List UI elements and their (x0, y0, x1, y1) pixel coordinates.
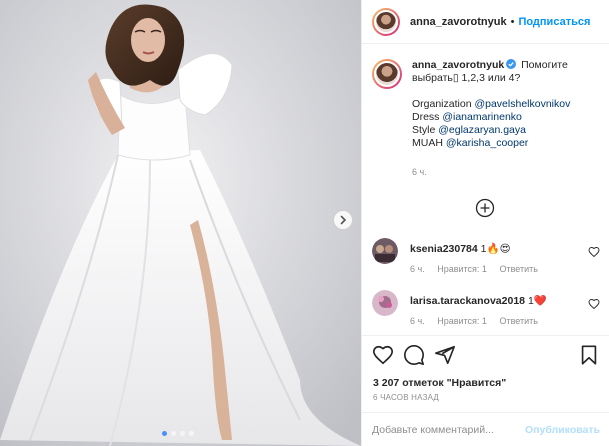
muah-label: MUAH (412, 137, 443, 149)
carousel-dot-3 (180, 431, 185, 436)
caption-muah-line: MUAH @karisha_cooper (412, 137, 592, 150)
commenter-avatar[interactable] (372, 238, 398, 264)
post-side-panel: anna_zavorotnyuk • Подписаться anna_zavo… (361, 0, 609, 446)
post-photo[interactable] (0, 0, 361, 446)
publish-button[interactable]: Опубликовать (525, 424, 600, 436)
carousel-dot-1 (162, 431, 167, 436)
carousel-indicator (162, 431, 194, 436)
header-separator: • (510, 15, 515, 28)
reply-button[interactable]: Ответить (499, 264, 537, 274)
post-header: anna_zavorotnyuk • Подписаться (362, 0, 609, 44)
comments-section[interactable]: anna_zavorotnyuk Помогите выбрать▯ 1,2,3… (362, 45, 609, 335)
dress-mention[interactable]: @ianamarinenko (442, 111, 522, 123)
likes-count-quote: "Нравится" (446, 377, 507, 389)
comment-time[interactable]: 6 ч. (410, 316, 425, 326)
comment-meta: 6 ч. Нравится: 1 Ответить (410, 316, 548, 326)
commenter-avatar[interactable] (372, 290, 398, 316)
comment-username[interactable]: ksenia230784 (410, 243, 478, 255)
bride-photo-illustration (0, 0, 361, 446)
author-avatar[interactable] (372, 7, 400, 36)
muah-mention[interactable]: @karisha_cooper (446, 137, 528, 149)
bookmark-icon[interactable] (578, 344, 600, 366)
comment-meta: 6 ч. Нравится: 1 Ответить (410, 264, 548, 274)
likes-count[interactable]: 3 207 отметок "Нравится" (373, 377, 506, 389)
caption-dress-line: Dress @ianamarinenko (412, 111, 592, 124)
like-heart-icon[interactable] (372, 344, 394, 366)
comment-content: 1🔥😍 (480, 243, 511, 255)
post-caption: anna_zavorotnyuk Помогите выбрать▯ 1,2,3… (362, 45, 609, 179)
carousel-dot-4 (189, 431, 194, 436)
likes-count-number: 3 207 отметок (373, 377, 444, 389)
load-more-comments-icon[interactable] (475, 198, 495, 218)
reply-button[interactable]: Ответить (499, 316, 537, 326)
posted-time[interactable]: 6 ЧАСОВ НАЗАД (373, 393, 439, 402)
comment-text: ksenia230784 1🔥😍 (410, 242, 511, 255)
caption-org-line: Organization @pavelshelkovnikov (412, 98, 592, 111)
carousel-dot-2 (171, 431, 176, 436)
caption-avatar[interactable] (372, 59, 402, 89)
author-username[interactable]: anna_zavorotnyuk (410, 16, 507, 28)
comment-likes[interactable]: Нравится: 1 (437, 264, 487, 274)
share-send-icon[interactable] (434, 344, 456, 366)
action-icons-row (372, 344, 600, 366)
style-mention[interactable]: @eglazaryan.gaya (438, 124, 526, 136)
caption-text-line1: Помогите (521, 59, 568, 71)
comment-time[interactable]: 6 ч. (410, 264, 425, 274)
add-comment-bar: Опубликовать (362, 412, 609, 446)
heart-icon[interactable] (588, 246, 600, 258)
comment-content: 1❤️ (527, 295, 547, 307)
comment-input[interactable] (372, 424, 526, 436)
style-label: Style (412, 124, 436, 136)
caption-style-line: Style @eglazaryan.gaya (412, 124, 592, 137)
follow-button[interactable]: Подписаться (518, 16, 590, 28)
comment-text: larisa.tarackanova2018 1❤️ (410, 294, 547, 307)
comment-likes[interactable]: Нравится: 1 (437, 316, 487, 326)
caption-text-line2: выбрать▯ 1,2,3 или 4? (412, 72, 521, 84)
post-actions: 3 207 отметок "Нравится" 6 ЧАСОВ НАЗАД О… (362, 335, 609, 446)
caption-username[interactable]: anna_zavorotnyuk (412, 59, 504, 71)
comment-username[interactable]: larisa.tarackanova2018 (410, 295, 525, 307)
org-mention[interactable]: @pavelshelkovnikov (474, 98, 570, 110)
dress-label: Dress (412, 111, 440, 123)
caption-time[interactable]: 6 ч. (412, 166, 592, 179)
next-photo-button[interactable] (333, 210, 353, 230)
comment-bubble-icon[interactable] (403, 344, 425, 366)
org-label: Organization (412, 98, 472, 110)
chevron-right-icon (340, 215, 347, 225)
heart-icon[interactable] (588, 298, 600, 310)
verified-badge-icon (506, 59, 517, 69)
